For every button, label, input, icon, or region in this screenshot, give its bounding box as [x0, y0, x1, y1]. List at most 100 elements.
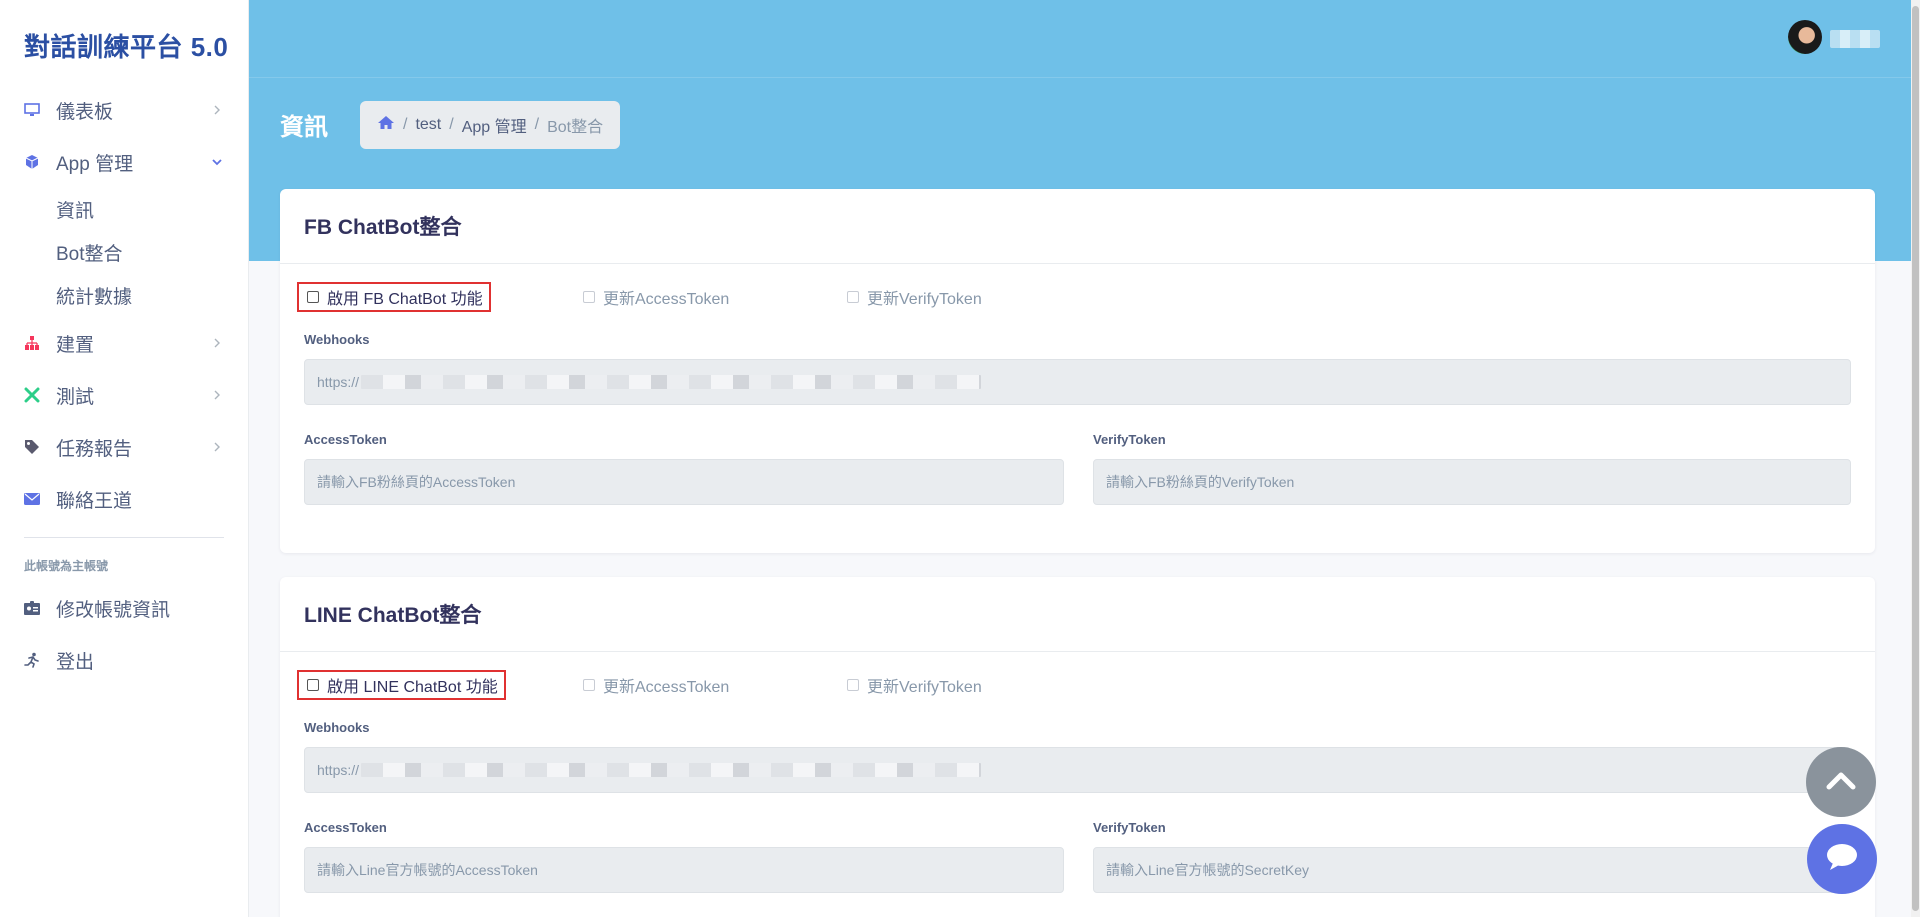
checkbox-box[interactable]	[847, 679, 859, 691]
running-icon	[24, 652, 40, 668]
fb-options-row: 啟用 FB ChatBot 功能 更新AccessToken 更新VerifyT…	[297, 282, 1697, 312]
input-placeholder: 請輸入FB粉絲頁的VerifyToken	[1106, 474, 1295, 490]
webhooks-label: Webhooks	[304, 332, 370, 347]
username-redacted[interactable]	[1830, 30, 1880, 48]
verifytoken-label: VerifyToken	[1093, 820, 1166, 835]
chevron-down-icon	[211, 156, 223, 168]
breadcrumb-item-app[interactable]: test	[415, 116, 441, 134]
line-update-accesstoken-checkbox[interactable]: 更新AccessToken	[583, 670, 729, 700]
chevron-right-icon	[211, 389, 223, 401]
line-options-row: 啟用 LINE ChatBot 功能 更新AccessToken 更新Verif…	[297, 670, 1697, 700]
page-scrollbar[interactable]	[1911, 0, 1920, 917]
card-header: LINE ChatBot整合	[280, 577, 1875, 652]
sidebar-item-label: 任務報告	[56, 438, 133, 460]
page-title: 資訊	[280, 114, 328, 141]
webhooks-redacted	[361, 763, 982, 777]
sidebar: 對話訓練平台 5.0 儀表板 App 管理 資訊 Bot整合 統計數據 建置 測…	[0, 0, 249, 917]
checkbox-box[interactable]	[307, 679, 319, 691]
sidebar-item-label: 儀表板	[56, 101, 114, 123]
sidebar-item-test[interactable]: 測試	[0, 369, 249, 421]
tools-icon	[24, 387, 40, 403]
line-enable-checkbox[interactable]: 啟用 LINE ChatBot 功能	[297, 670, 506, 700]
chevron-right-icon	[211, 337, 223, 349]
scrollbar-thumb[interactable]	[1912, 6, 1919, 911]
chat-button[interactable]	[1807, 824, 1877, 894]
cube-icon	[24, 154, 40, 170]
line-chatbot-card: LINE ChatBot整合 啟用 LINE ChatBot 功能 更新Acce…	[280, 577, 1875, 917]
tag-icon	[24, 439, 40, 455]
avatar[interactable]	[1788, 20, 1822, 54]
input-placeholder: 請輸入Line官方帳號的SecretKey	[1106, 862, 1310, 878]
checkbox-box[interactable]	[307, 291, 319, 303]
breadcrumb-separator: /	[449, 116, 454, 133]
fb-webhooks-field[interactable]: https://	[304, 359, 1851, 405]
monitor-icon	[24, 102, 40, 118]
webhooks-value: https://	[317, 374, 360, 390]
verifytoken-label: VerifyToken	[1093, 432, 1166, 447]
sidebar-item-edit-account[interactable]: 修改帳號資訊	[0, 582, 249, 634]
accesstoken-label: AccessToken	[304, 432, 387, 447]
sidebar-item-label: 建置	[56, 334, 95, 356]
fb-enable-checkbox[interactable]: 啟用 FB ChatBot 功能	[297, 282, 491, 312]
chevron-right-icon	[211, 441, 223, 453]
id-card-icon	[24, 600, 40, 616]
fb-update-accesstoken-checkbox[interactable]: 更新AccessToken	[583, 282, 729, 312]
line-update-verifytoken-checkbox[interactable]: 更新VerifyToken	[847, 670, 982, 700]
sitemap-icon	[24, 335, 40, 351]
input-placeholder: 請輸入Line官方帳號的AccessToken	[317, 862, 538, 878]
sidebar-item-dashboard[interactable]: 儀表板	[0, 84, 249, 136]
sidebar-item-label: 修改帳號資訊	[56, 599, 171, 621]
submenu-item-bot-integration[interactable]: Bot整合	[56, 231, 249, 274]
app-management-submenu: 資訊 Bot整合 統計數據	[0, 188, 249, 317]
checkbox-box[interactable]	[847, 291, 859, 303]
chevron-right-icon	[211, 104, 223, 116]
sidebar-item-label: 聯絡王道	[56, 490, 133, 512]
account-label: 此帳號為主帳號	[24, 559, 109, 573]
header-divider	[249, 77, 1911, 78]
breadcrumb-separator: /	[534, 116, 540, 133]
breadcrumb-item-app-management[interactable]: App 管理	[462, 113, 527, 137]
card-title: FB ChatBot整合	[304, 216, 462, 239]
chevron-up-icon	[1826, 770, 1856, 795]
fb-chatbot-card: FB ChatBot整合 啟用 FB ChatBot 功能 更新AccessTo…	[280, 189, 1875, 553]
account-nav: 修改帳號資訊 登出	[0, 582, 249, 686]
webhooks-redacted	[361, 375, 982, 389]
submenu-item-statistics[interactable]: 統計數據	[56, 274, 249, 317]
home-icon[interactable]	[377, 115, 395, 135]
webhooks-value: https://	[317, 762, 360, 778]
accesstoken-label: AccessToken	[304, 820, 387, 835]
card-title: LINE ChatBot整合	[304, 604, 482, 627]
brand-title[interactable]: 對話訓練平台 5.0	[24, 27, 228, 64]
checkbox-label: 更新AccessToken	[603, 679, 730, 696]
sidebar-item-app-management[interactable]: App 管理	[0, 136, 249, 188]
sidebar-item-label: App 管理	[56, 153, 134, 175]
envelope-icon	[24, 491, 40, 507]
checkbox-label: 更新VerifyToken	[867, 679, 982, 696]
line-accesstoken-input[interactable]: 請輸入Line官方帳號的AccessToken	[304, 847, 1064, 893]
fb-accesstoken-input[interactable]: 請輸入FB粉絲頁的AccessToken	[304, 459, 1064, 505]
sidebar-item-build[interactable]: 建置	[0, 317, 249, 369]
line-secretkey-input[interactable]: 請輸入Line官方帳號的SecretKey	[1093, 847, 1851, 893]
breadcrumb-separator: /	[403, 116, 408, 133]
sidebar-item-task-report[interactable]: 任務報告	[0, 421, 249, 473]
sidebar-item-label: 測試	[56, 386, 95, 408]
checkbox-label: 啟用 LINE ChatBot 功能	[327, 679, 498, 696]
fb-verifytoken-input[interactable]: 請輸入FB粉絲頁的VerifyToken	[1093, 459, 1851, 505]
sidebar-nav: 儀表板 App 管理 資訊 Bot整合 統計數據 建置 測試 任務報告 聯絡王道	[0, 84, 249, 525]
sidebar-item-label: 登出	[56, 651, 95, 673]
checkbox-label: 更新AccessToken	[603, 291, 730, 308]
chat-bubble-icon	[1825, 842, 1859, 877]
breadcrumb-item-current: Bot整合	[547, 119, 604, 136]
fb-update-verifytoken-checkbox[interactable]: 更新VerifyToken	[847, 282, 982, 312]
sidebar-item-contact[interactable]: 聯絡王道	[0, 473, 249, 525]
checkbox-label: 啟用 FB ChatBot 功能	[327, 291, 483, 308]
submenu-item-info[interactable]: 資訊	[56, 188, 249, 231]
scroll-to-top-button[interactable]	[1806, 747, 1876, 817]
line-webhooks-field[interactable]: https://	[304, 747, 1851, 793]
card-header: FB ChatBot整合	[280, 189, 1875, 264]
webhooks-label: Webhooks	[304, 720, 370, 735]
sidebar-divider	[24, 537, 224, 538]
checkbox-box[interactable]	[583, 679, 595, 691]
checkbox-box[interactable]	[583, 291, 595, 303]
sidebar-item-logout[interactable]: 登出	[0, 634, 249, 686]
